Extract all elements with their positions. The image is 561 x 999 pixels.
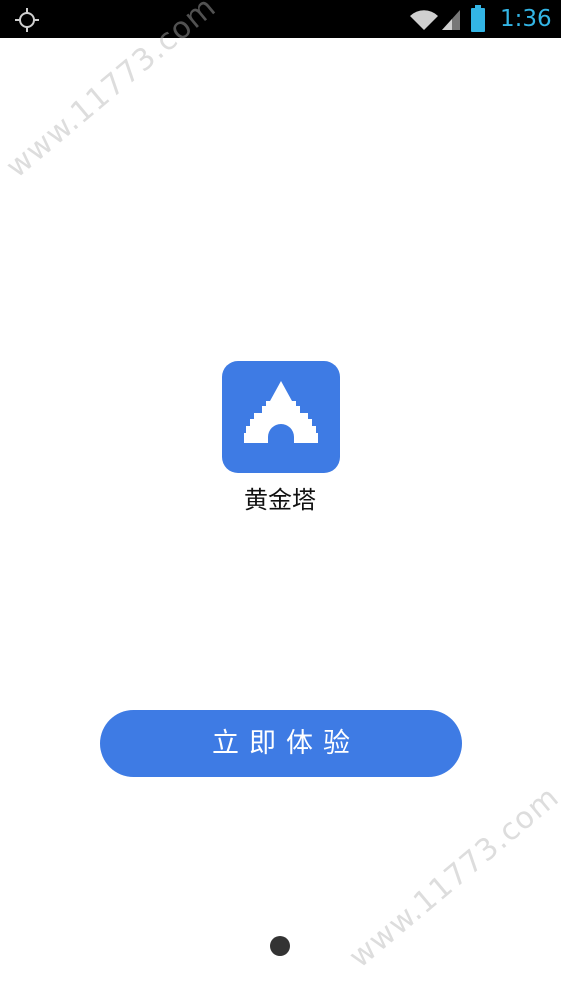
app-logo	[222, 361, 340, 473]
status-bar: 1:36	[0, 0, 561, 38]
page-indicator-dot	[270, 936, 290, 956]
wifi-icon	[408, 8, 440, 32]
start-experience-button[interactable]: 立即体验	[100, 710, 462, 777]
signal-icon	[440, 8, 462, 32]
app-screen: 1:36 www.11773.com www.11773.com 黄金塔 立即体…	[0, 0, 561, 999]
tower-icon	[244, 381, 318, 443]
app-name: 黄金塔	[244, 486, 316, 514]
status-clock: 1:36	[500, 6, 552, 32]
battery-icon	[470, 5, 486, 33]
gps-icon	[14, 7, 40, 33]
watermark-text: www.11773.com	[342, 779, 561, 975]
